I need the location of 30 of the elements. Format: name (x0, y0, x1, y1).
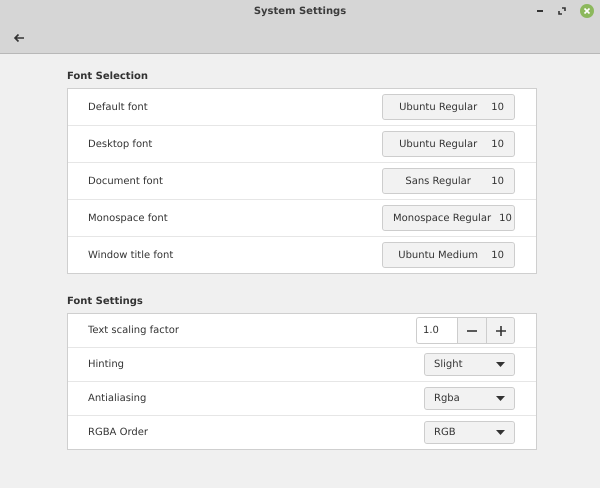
decrease-button[interactable] (457, 317, 486, 344)
caret-icon (496, 362, 505, 367)
minimize-icon[interactable] (536, 7, 544, 15)
section-title: Font Settings (67, 296, 144, 307)
section-title: Font Selection (67, 71, 149, 82)
scale-input[interactable]: 1.0 (416, 317, 457, 344)
window-title: System Settings (254, 6, 346, 16)
font-button[interactable]: Sans Regular 10 (382, 168, 515, 194)
dropdown[interactable]: Slight (424, 353, 515, 376)
setting-label: Window title font (88, 250, 174, 260)
dropdown[interactable]: RGB (424, 421, 515, 444)
font-button[interactable]: Monospace Regular 10 (382, 205, 515, 231)
setting-label: Desktop font (88, 138, 152, 150)
maximize-icon[interactable] (558, 7, 566, 15)
setting-label: Antialiasing (88, 393, 146, 404)
setting-label: Monospace font (88, 212, 168, 224)
setting-label: Text scaling factor (88, 325, 179, 336)
caret-icon (496, 396, 505, 401)
font-button[interactable]: Ubuntu Regular 10 (382, 131, 515, 157)
back-arrow-icon[interactable] (13, 32, 25, 42)
caret-icon (496, 430, 505, 435)
increase-button[interactable] (486, 317, 515, 344)
font-button[interactable]: Ubuntu Medium 10 (382, 242, 515, 268)
setting-label: Hinting (88, 359, 124, 370)
font-button[interactable]: Ubuntu Regular 10 (382, 94, 515, 120)
plus-icon (496, 326, 506, 336)
setting-label: RGBA Order (88, 427, 148, 438)
setting-label: Default font (88, 102, 148, 112)
dropdown[interactable]: Rgba (424, 387, 515, 410)
setting-label: Document font (88, 176, 163, 186)
